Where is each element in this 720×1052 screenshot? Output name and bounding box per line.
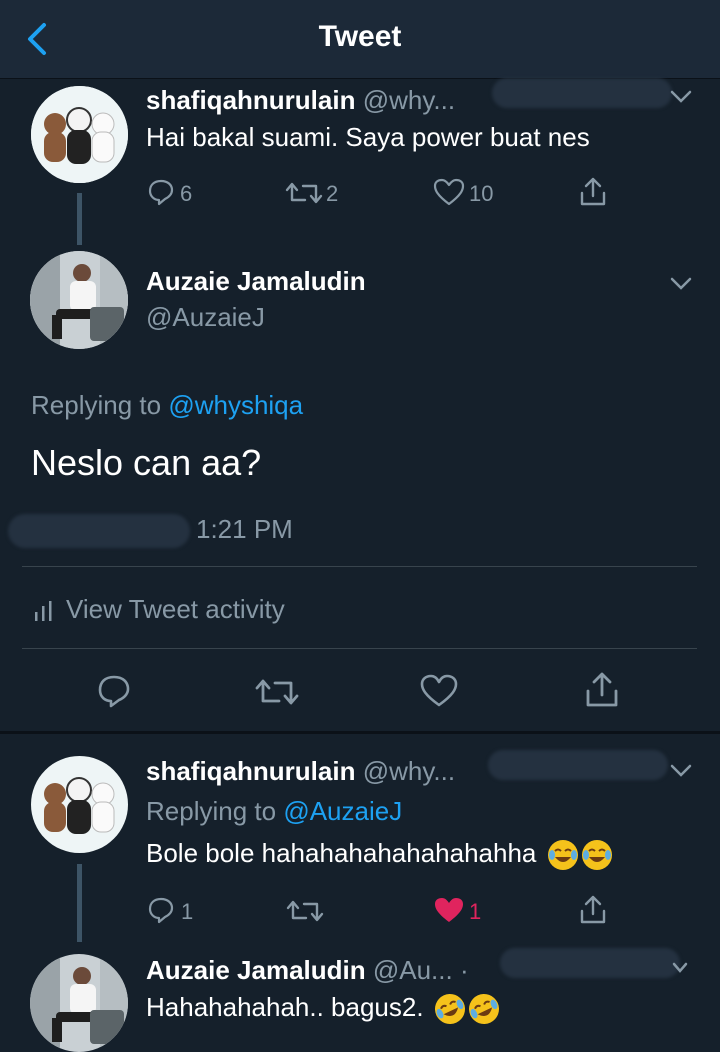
divider [22, 566, 697, 567]
retweet-icon[interactable] [285, 180, 323, 206]
navigation-bar: Tweet [0, 0, 720, 79]
activity-bars-icon [34, 600, 54, 622]
author-name-text: Auzaie Jamaludin [146, 955, 366, 985]
tweet-time: 1:21 PM [196, 514, 293, 544]
thread-connector [77, 864, 82, 942]
view-tweet-activity[interactable]: View Tweet activity [34, 594, 285, 625]
tweet-text: Neslo can aa? [31, 442, 262, 483]
like-count: 1 [469, 899, 482, 924]
tweet-text-content: Hahahahahah.. bagus2. [146, 992, 424, 1022]
heart-filled-icon[interactable] [433, 896, 465, 924]
like-count: 10 [469, 181, 494, 206]
reply-count: 6 [180, 181, 193, 206]
rolling-on-floor-laughing-emoji [429, 989, 470, 1030]
reply-icon[interactable] [147, 896, 175, 924]
replying-prefix: Replying to [146, 796, 277, 826]
page-title: Tweet [318, 20, 402, 53]
tweet-text: Hai bakal suami. Saya power buat nes [146, 122, 590, 152]
share-icon[interactable] [584, 671, 620, 709]
author-handle: @Au... [372, 955, 453, 985]
activity-label: View Tweet activity [66, 594, 285, 624]
author-name[interactable]: Auzaie Jamaludin @Au... · [146, 955, 469, 986]
share-icon[interactable] [578, 176, 608, 208]
avatar[interactable] [31, 756, 128, 853]
redacted-timestamp [488, 750, 668, 780]
author-name[interactable]: shafiqahnurulain @why... [146, 756, 455, 787]
avatar[interactable] [30, 954, 128, 1052]
face-with-tears-of-joy-emoji [581, 840, 612, 871]
rolling-on-floor-laughing-emoji [463, 989, 504, 1030]
reply-icon[interactable] [147, 178, 175, 206]
redacted-timestamp [500, 948, 680, 978]
chevron-down-icon[interactable] [670, 90, 692, 104]
author-handle[interactable]: @AuzaieJ [146, 302, 265, 333]
author-handle: @why... [362, 756, 456, 786]
retweet-icon[interactable] [254, 676, 300, 708]
author-name[interactable]: shafiqahnurulain @why... [146, 85, 455, 116]
author-name[interactable]: Auzaie Jamaludin [146, 266, 366, 297]
separator-dot: · [459, 955, 469, 985]
thread-connector [77, 193, 82, 245]
replying-to: Replying to @whyshiqa [31, 390, 303, 421]
face-with-tears-of-joy-emoji [547, 840, 578, 871]
replying-to: Replying to @AuzaieJ [146, 796, 402, 827]
replying-handle-link[interactable]: @whyshiqa [168, 390, 303, 420]
divider [22, 648, 697, 649]
share-icon[interactable] [578, 894, 608, 926]
author-name-text: shafiqahnurulain [146, 756, 356, 786]
tweet-text-content: Bole bole hahahahahahahahahha [146, 838, 537, 868]
replying-handle-link[interactable]: @AuzaieJ [283, 796, 402, 826]
chevron-down-icon[interactable] [670, 277, 692, 291]
author-name-text: shafiqahnurulain [146, 85, 356, 115]
avatar[interactable] [30, 251, 128, 349]
tweet-text: Bole bole hahahahahahahahahha [146, 838, 612, 871]
retweet-count: 2 [326, 181, 339, 206]
reply-icon[interactable] [96, 673, 132, 709]
avatar[interactable] [31, 86, 128, 183]
redacted-timestamp [492, 78, 672, 108]
retweet-icon[interactable] [286, 898, 324, 924]
chevron-down-icon[interactable] [672, 962, 688, 974]
author-handle: @why... [362, 85, 456, 115]
replying-prefix: Replying to [31, 390, 162, 420]
heart-icon[interactable] [420, 674, 458, 708]
chevron-down-icon[interactable] [670, 764, 692, 778]
tweet-text: Hahahahahah.. bagus2. [146, 989, 504, 1030]
redacted-date [8, 514, 190, 548]
reply-count: 1 [181, 899, 194, 924]
heart-icon[interactable] [433, 178, 465, 206]
section-separator [0, 731, 720, 734]
